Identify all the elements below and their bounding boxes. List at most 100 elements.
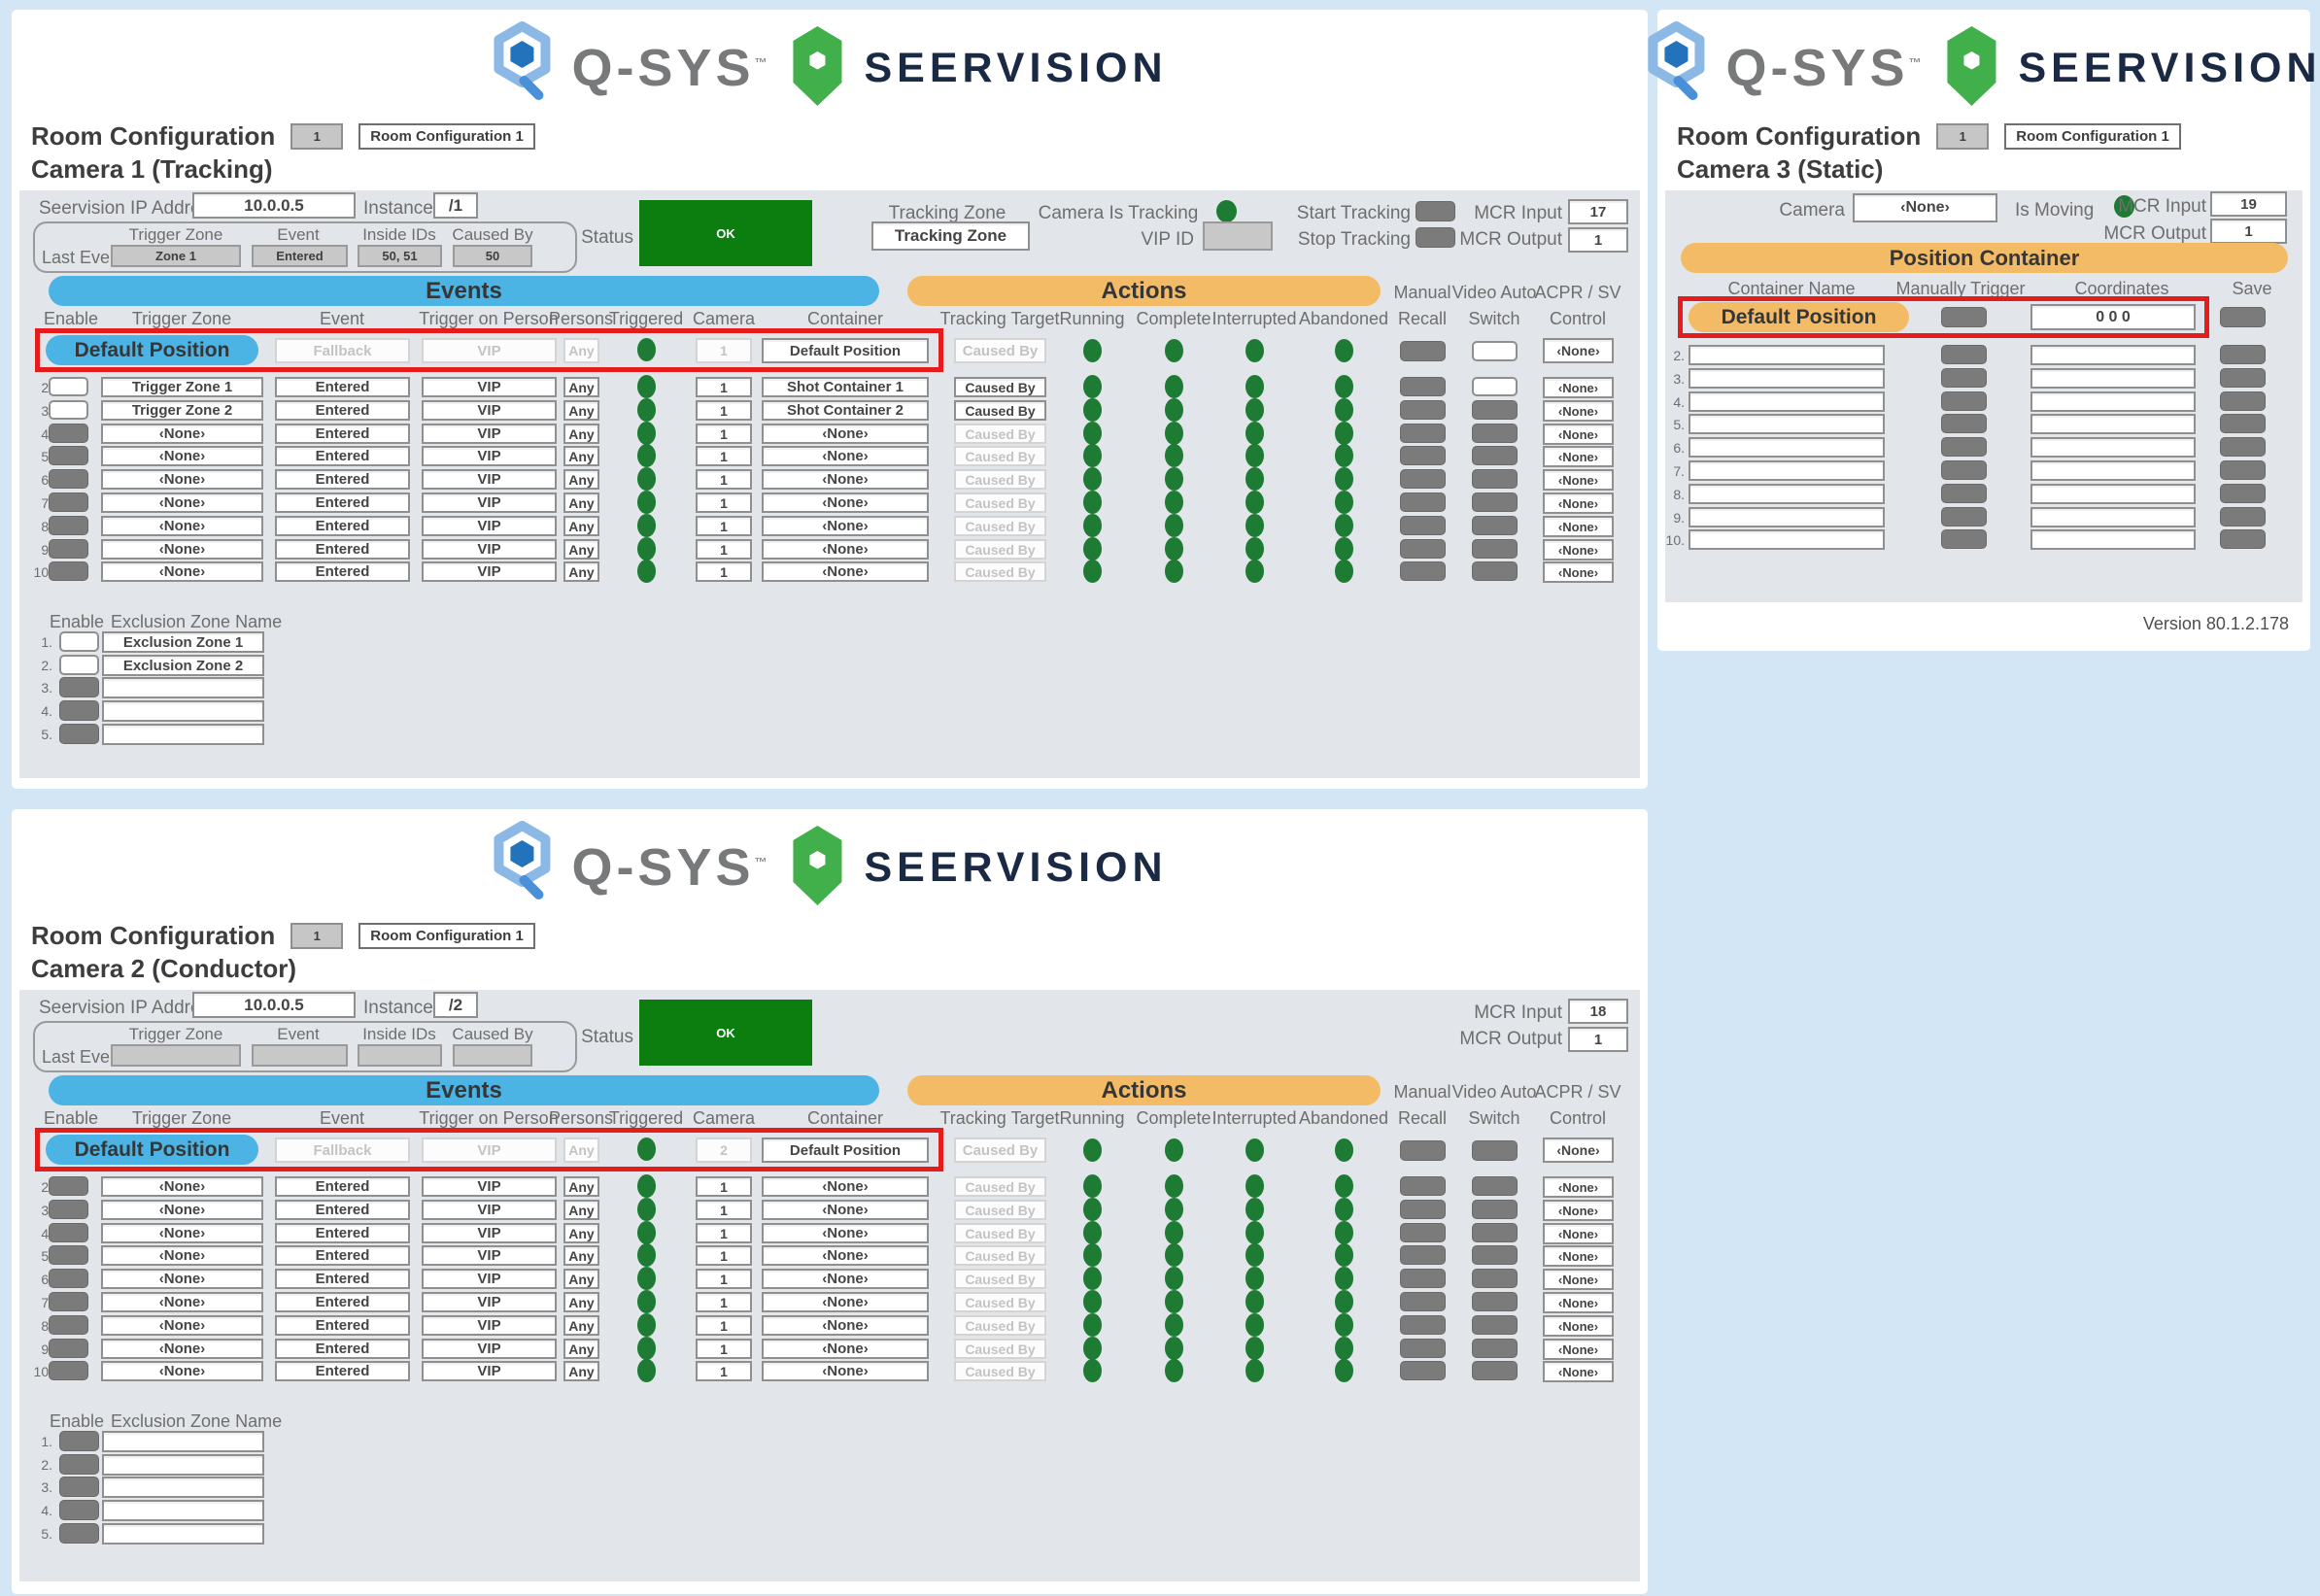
container-select[interactable]: ‹None›: [762, 1292, 929, 1312]
container-name-field[interactable]: [1689, 391, 1885, 412]
container-select[interactable]: ‹None›: [762, 539, 929, 560]
trigger-zone-select[interactable]: ‹None›: [101, 424, 263, 444]
manual-recall-button[interactable]: [1400, 469, 1446, 489]
default-manual-recall-button[interactable]: [1400, 341, 1446, 361]
enable-toggle[interactable]: [49, 1200, 88, 1219]
acpr-sv-control-select[interactable]: ‹None›: [1543, 1361, 1614, 1382]
container-select[interactable]: ‹None›: [762, 1200, 929, 1220]
persons-select[interactable]: Any: [563, 1223, 599, 1243]
save-button[interactable]: [2220, 460, 2266, 480]
manual-recall-button[interactable]: [1400, 1223, 1446, 1242]
save-button[interactable]: [2220, 437, 2266, 457]
persons-select[interactable]: Any: [563, 1339, 599, 1359]
stop-tracking-button[interactable]: [1416, 227, 1455, 248]
instance-field[interactable]: /1: [433, 192, 478, 219]
trigger-zone-select[interactable]: Trigger Zone 2: [101, 400, 263, 421]
acpr-sv-control-select[interactable]: ‹None›: [1543, 1339, 1614, 1360]
manual-recall-button[interactable]: [1400, 1269, 1446, 1288]
event-select[interactable]: Entered: [275, 492, 410, 513]
exclusion-zone-name-field[interactable]: [102, 1477, 264, 1498]
camera-select[interactable]: 1: [696, 1200, 752, 1220]
trigger-on-person-select[interactable]: VIP: [422, 1223, 557, 1243]
event-select[interactable]: Entered: [275, 539, 410, 560]
default-save-button[interactable]: [2220, 307, 2266, 327]
manual-recall-button[interactable]: [1400, 377, 1446, 396]
camera-select[interactable]: 1: [696, 1315, 752, 1336]
video-auto-switch-button[interactable]: [1472, 377, 1518, 396]
acpr-sv-control-select[interactable]: ‹None›: [1543, 1269, 1614, 1290]
exclusion-zone-name-field[interactable]: [102, 1454, 264, 1476]
acpr-sv-control-select[interactable]: ‹None›: [1543, 1292, 1614, 1313]
container-select[interactable]: ‹None›: [762, 561, 929, 582]
manual-recall-button[interactable]: [1400, 400, 1446, 420]
event-select[interactable]: Entered: [275, 424, 410, 444]
trigger-zone-select[interactable]: ‹None›: [101, 446, 263, 466]
acpr-sv-control-select[interactable]: ‹None›: [1543, 424, 1614, 445]
tracking-zone-field[interactable]: Tracking Zone: [871, 221, 1030, 251]
exclusion-enable-toggle[interactable]: [59, 631, 99, 652]
persons-select[interactable]: Any: [563, 1269, 599, 1289]
video-auto-switch-button[interactable]: [1472, 469, 1518, 489]
persons-select[interactable]: Any: [563, 1245, 599, 1266]
default-coordinates-field[interactable]: 0 0 0: [2030, 304, 2196, 330]
persons-select[interactable]: Any: [563, 1200, 599, 1220]
persons-select[interactable]: Any: [563, 561, 599, 582]
save-button[interactable]: [2220, 345, 2266, 364]
camera-select[interactable]: 1: [696, 1292, 752, 1312]
seervision-ip-field[interactable]: 10.0.0.5: [192, 992, 356, 1018]
coordinates-field[interactable]: [2030, 391, 2196, 412]
video-auto-switch-button[interactable]: [1472, 1269, 1518, 1288]
enable-toggle[interactable]: [49, 1315, 88, 1335]
event-select[interactable]: Entered: [275, 377, 410, 397]
mcr-input-field[interactable]: 18: [1568, 999, 1628, 1024]
event-select[interactable]: Entered: [275, 1176, 410, 1197]
container-name-field[interactable]: [1689, 345, 1885, 365]
video-auto-switch-button[interactable]: [1472, 1176, 1518, 1196]
coordinates-field[interactable]: [2030, 484, 2196, 504]
save-button[interactable]: [2220, 391, 2266, 411]
default-container-field[interactable]: Default Position: [762, 1138, 929, 1163]
exclusion-enable-toggle[interactable]: [59, 677, 99, 697]
exclusion-enable-toggle[interactable]: [59, 1454, 99, 1475]
save-button[interactable]: [2220, 507, 2266, 526]
manually-trigger-button[interactable]: [1941, 437, 1987, 457]
default-manually-trigger-button[interactable]: [1941, 307, 1987, 327]
container-select[interactable]: ‹None›: [762, 469, 929, 490]
room-configuration-name-field[interactable]: Room Configuration 1: [358, 123, 535, 150]
trigger-on-person-select[interactable]: VIP: [422, 424, 557, 444]
trigger-on-person-select[interactable]: VIP: [422, 1315, 557, 1336]
video-auto-switch-button[interactable]: [1472, 561, 1518, 581]
trigger-on-person-select[interactable]: VIP: [422, 539, 557, 560]
trigger-on-person-select[interactable]: VIP: [422, 446, 557, 466]
mcr-output-field[interactable]: 1: [1568, 227, 1628, 253]
enable-toggle[interactable]: [49, 446, 88, 465]
trigger-on-person-select[interactable]: VIP: [422, 492, 557, 513]
enable-toggle[interactable]: [49, 377, 88, 396]
trigger-on-person-select[interactable]: VIP: [422, 377, 557, 397]
acpr-sv-control-select[interactable]: ‹None›: [1543, 400, 1614, 422]
trigger-zone-select[interactable]: ‹None›: [101, 492, 263, 513]
video-auto-switch-button[interactable]: [1472, 424, 1518, 443]
container-select[interactable]: ‹None›: [762, 1361, 929, 1381]
manual-recall-button[interactable]: [1400, 539, 1446, 559]
container-select[interactable]: ‹None›: [762, 1315, 929, 1336]
manually-trigger-button[interactable]: [1941, 460, 1987, 480]
persons-select[interactable]: Any: [563, 424, 599, 444]
video-auto-switch-button[interactable]: [1472, 1315, 1518, 1335]
enable-toggle[interactable]: [49, 1176, 88, 1196]
manual-recall-button[interactable]: [1400, 1176, 1446, 1196]
instance-field[interactable]: /2: [433, 992, 478, 1018]
trigger-zone-select[interactable]: ‹None›: [101, 516, 263, 536]
event-select[interactable]: Entered: [275, 561, 410, 582]
enable-toggle[interactable]: [49, 516, 88, 535]
trigger-zone-select[interactable]: ‹None›: [101, 1292, 263, 1312]
manual-recall-button[interactable]: [1400, 561, 1446, 581]
video-auto-switch-button[interactable]: [1472, 1223, 1518, 1242]
acpr-sv-control-select[interactable]: ‹None›: [1543, 516, 1614, 537]
camera-select[interactable]: 1: [696, 1361, 752, 1381]
container-select[interactable]: ‹None›: [762, 1339, 929, 1359]
exclusion-zone-name-field[interactable]: Exclusion Zone 1: [102, 631, 264, 653]
event-select[interactable]: Entered: [275, 1361, 410, 1381]
persons-select[interactable]: Any: [563, 1361, 599, 1381]
exclusion-zone-name-field[interactable]: [102, 677, 264, 698]
